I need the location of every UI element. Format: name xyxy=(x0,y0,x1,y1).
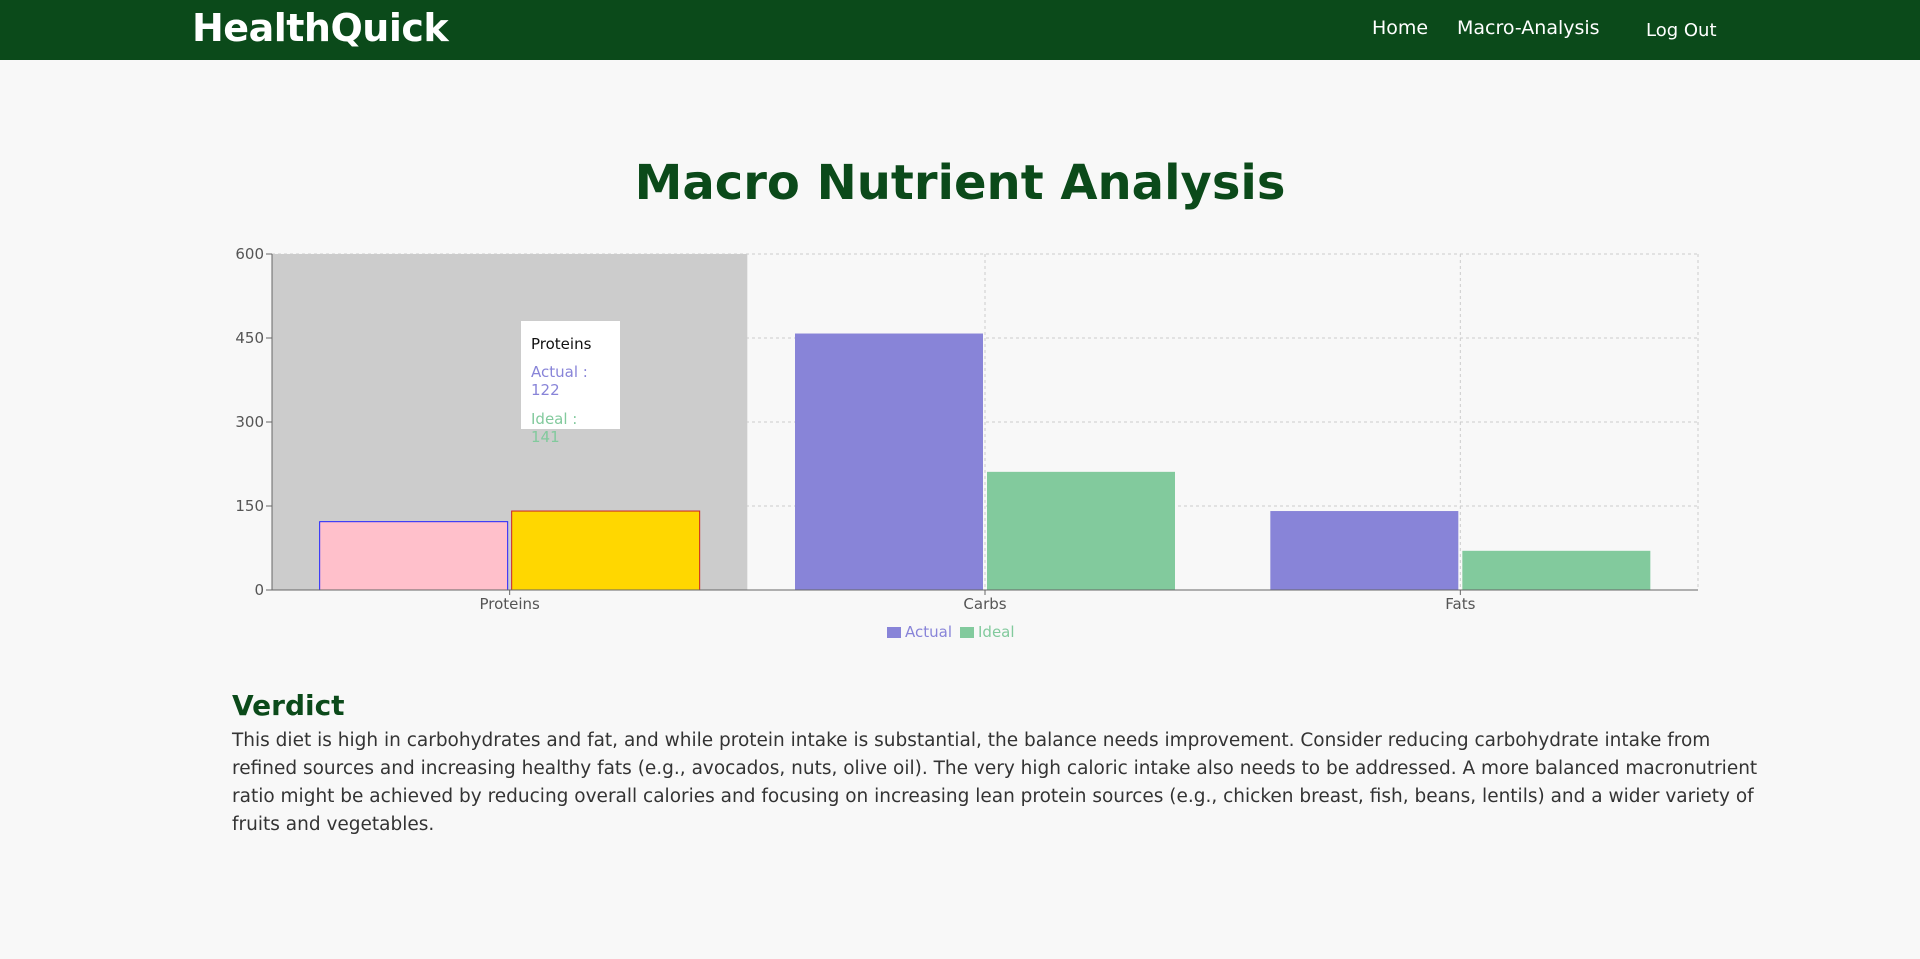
legend-item-actual[interactable]: Actual xyxy=(887,623,952,641)
macro-bar-chart[interactable]: 0 150 300 450 600 Proteins Carbs Fats xyxy=(220,245,1710,635)
x-axis-tick-label: Fats xyxy=(1445,595,1475,613)
verdict-text: This diet is high in carbohydrates and f… xyxy=(232,730,1758,835)
x-axis-tick-label: Proteins xyxy=(479,595,540,613)
bar-actual-proteins[interactable] xyxy=(319,521,509,591)
top-navbar: HealthQuick Home Macro-Analysis Log Out xyxy=(0,0,1920,60)
logout-link[interactable]: Log Out xyxy=(1646,20,1717,41)
tooltip-title: Proteins xyxy=(531,335,592,353)
legend-label-ideal: Ideal xyxy=(978,623,1015,641)
legend-swatch-actual xyxy=(887,626,901,638)
y-axis-tick-label: 0 xyxy=(254,581,264,599)
nav-link-home[interactable]: Home xyxy=(1372,17,1428,39)
chart-legend: Actual Ideal xyxy=(887,623,1023,641)
y-axis-tick-label: 450 xyxy=(235,329,264,347)
bar-ideal-proteins[interactable] xyxy=(511,510,701,591)
y-axis-tick-label: 300 xyxy=(235,413,264,431)
verdict-heading: Verdict xyxy=(232,689,345,722)
y-axis-tick-label: 150 xyxy=(235,497,264,515)
legend-swatch-ideal xyxy=(960,626,974,638)
bar-ideal-fats[interactable] xyxy=(1462,550,1651,590)
bar-actual-fats[interactable] xyxy=(1270,511,1459,590)
nav-link-macro-analysis[interactable]: Macro-Analysis xyxy=(1457,17,1600,39)
tooltip-ideal-value: Ideal : 141 xyxy=(531,410,578,446)
tooltip-actual-value: Actual : 122 xyxy=(531,363,588,399)
bar-actual-carbs[interactable] xyxy=(795,333,983,590)
x-axis-tick-label: Carbs xyxy=(963,595,1006,613)
legend-label-actual: Actual xyxy=(905,623,952,641)
brand-logo[interactable]: HealthQuick xyxy=(192,6,449,50)
bar-ideal-carbs[interactable] xyxy=(987,471,1175,590)
legend-item-ideal[interactable]: Ideal xyxy=(960,623,1015,641)
chart-tooltip: Proteins Actual : 122 Ideal : 141 xyxy=(521,321,620,446)
y-axis-tick-label: 600 xyxy=(235,245,264,263)
page-title: Macro Nutrient Analysis xyxy=(634,155,1286,211)
